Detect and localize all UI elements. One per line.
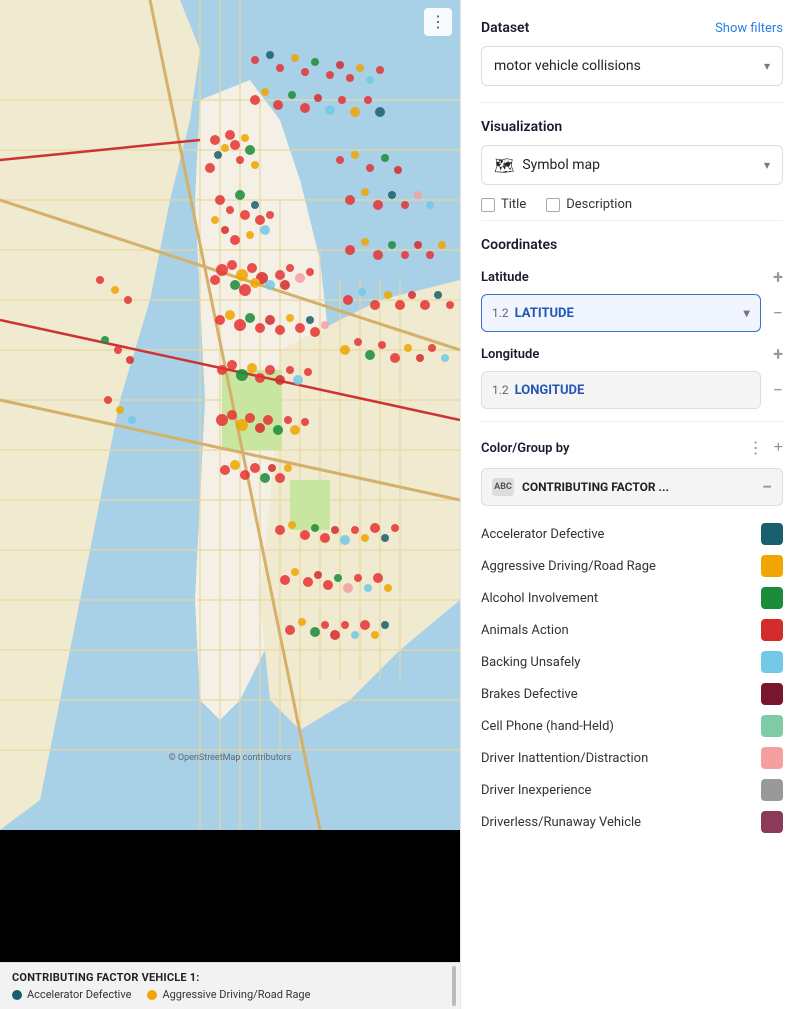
- list-item-2: Alcohol Involvement: [481, 582, 783, 614]
- color-group-more-btn[interactable]: ⋮: [748, 438, 764, 458]
- viz-dropdown-arrow: ▾: [764, 158, 770, 172]
- latitude-field[interactable]: 1.2 LATITUDE ▾: [481, 294, 761, 332]
- abc-icon: ABC: [492, 478, 514, 496]
- coordinates-label: Coordinates: [481, 237, 783, 253]
- longitude-field-num: 1.2: [492, 383, 509, 397]
- viz-label: Visualization: [481, 119, 562, 135]
- dataset-label: Dataset: [481, 20, 529, 36]
- list-item-9-label: Driverless/Runaway Vehicle: [481, 815, 761, 830]
- list-item-5: Brakes Defective: [481, 678, 783, 710]
- description-checkbox-label[interactable]: Description: [546, 197, 632, 212]
- map-legend-title: CONTRIBUTING FACTOR VEHICLE 1:: [12, 971, 448, 984]
- latitude-field-text: LATITUDE: [515, 306, 574, 321]
- title-checkbox[interactable]: [481, 198, 495, 212]
- list-item-4: Backing Unsafely: [481, 646, 783, 678]
- viz-icon: 🗺: [494, 156, 514, 175]
- dataset-selected-value: motor vehicle collisions: [494, 58, 641, 74]
- list-item-6-swatch: [761, 715, 783, 737]
- section-divider-1: [481, 102, 783, 103]
- list-item-5-label: Brakes Defective: [481, 687, 761, 702]
- latitude-plus-btn[interactable]: +: [773, 267, 783, 288]
- viz-section-header: Visualization: [481, 119, 783, 135]
- longitude-label-row: Longitude +: [481, 344, 783, 365]
- list-item-1-swatch: [761, 555, 783, 577]
- color-group-label: Color/Group by: [481, 441, 569, 456]
- color-group-header: Color/Group by ⋮ +: [481, 438, 783, 458]
- title-checkbox-text: Title: [501, 197, 526, 212]
- list-item-2-label: Alcohol Involvement: [481, 591, 761, 606]
- list-item-9: Driverless/Runaway Vehicle: [481, 806, 783, 838]
- color-group-icons: ⋮ +: [748, 438, 783, 458]
- list-item-8: Driver Inexperience: [481, 774, 783, 806]
- list-item-6: Cell Phone (hand-Held): [481, 710, 783, 742]
- longitude-label: Longitude: [481, 347, 539, 362]
- list-item-0-label: Accelerator Defective: [481, 527, 761, 542]
- longitude-minus-btn[interactable]: −: [773, 380, 783, 401]
- list-item-1-label: Aggressive Driving/Road Rage: [481, 559, 761, 574]
- latitude-field-num: 1.2: [492, 306, 509, 320]
- dataset-dropdown-arrow: ▾: [764, 59, 770, 73]
- latitude-field-wrapper: 1.2 LATITUDE ▾ −: [481, 294, 783, 332]
- longitude-row: Longitude + 1.2 LONGITUDE −: [481, 344, 783, 409]
- list-item-5-swatch: [761, 683, 783, 705]
- longitude-field-wrapper: 1.2 LONGITUDE −: [481, 371, 783, 409]
- svg-text:© OpenStreetMap contributors: © OpenStreetMap contributors: [169, 753, 292, 763]
- visualization-section: Visualization 🗺 Symbol map ▾ Title Descr…: [481, 119, 783, 212]
- legend-list: Accelerator Defective Aggressive Driving…: [481, 518, 783, 838]
- right-panel: Dataset Show filters motor vehicle colli…: [460, 0, 803, 1009]
- list-item-7-label: Driver Inattention/Distraction: [481, 751, 761, 766]
- legend-item-aggressive: Aggressive Driving/Road Rage: [147, 988, 310, 1001]
- contributing-field-text: CONTRIBUTING FACTOR ...: [522, 480, 669, 494]
- viz-checkbox-row: Title Description: [481, 197, 783, 212]
- latitude-minus-btn[interactable]: −: [773, 303, 783, 324]
- list-item-7: Driver Inattention/Distraction: [481, 742, 783, 774]
- title-checkbox-label[interactable]: Title: [481, 197, 526, 212]
- list-item-0-swatch: [761, 523, 783, 545]
- legend-item-accelerator-label: Accelerator Defective: [27, 988, 131, 1001]
- list-item-9-swatch: [761, 811, 783, 833]
- list-item-3-swatch: [761, 619, 783, 641]
- section-divider-3: [481, 421, 783, 422]
- coordinates-section: Coordinates Latitude + 1.2 LATITUDE ▾ −: [481, 237, 783, 409]
- longitude-field[interactable]: 1.2 LONGITUDE: [481, 371, 761, 409]
- map-container[interactable]: © OpenStreetMap contributors ⋮: [0, 0, 460, 830]
- list-item-3: Animals Action: [481, 614, 783, 646]
- longitude-field-text: LONGITUDE: [515, 383, 585, 398]
- list-item-1: Aggressive Driving/Road Rage: [481, 550, 783, 582]
- longitude-plus-btn[interactable]: +: [773, 344, 783, 365]
- latitude-label: Latitude: [481, 270, 529, 285]
- dataset-dropdown[interactable]: motor vehicle collisions ▾: [481, 46, 783, 86]
- list-item-3-label: Animals Action: [481, 623, 761, 638]
- description-checkbox[interactable]: [546, 198, 560, 212]
- map-legend: CONTRIBUTING FACTOR VEHICLE 1: Accelerat…: [0, 962, 460, 1009]
- list-item-2-swatch: [761, 587, 783, 609]
- list-item-4-label: Backing Unsafely: [481, 655, 761, 670]
- list-item-0: Accelerator Defective: [481, 518, 783, 550]
- contributing-field[interactable]: ABC CONTRIBUTING FACTOR ... −: [481, 468, 783, 506]
- map-more-button[interactable]: ⋮: [424, 8, 452, 36]
- list-item-6-label: Cell Phone (hand-Held): [481, 719, 761, 734]
- viz-dropdown[interactable]: 🗺 Symbol map ▾: [481, 145, 783, 185]
- viz-selected-value: Symbol map: [522, 157, 600, 173]
- latitude-field-arrow: ▾: [744, 306, 750, 320]
- contributing-minus-btn[interactable]: −: [762, 477, 772, 498]
- latitude-label-row: Latitude +: [481, 267, 783, 288]
- list-item-7-swatch: [761, 747, 783, 769]
- color-group-section: Color/Group by ⋮ + ABC CONTRIBUTING FACT…: [481, 438, 783, 838]
- section-divider-2: [481, 220, 783, 221]
- list-item-8-label: Driver Inexperience: [481, 783, 761, 798]
- dataset-section-header: Dataset Show filters: [481, 20, 783, 36]
- latitude-row: Latitude + 1.2 LATITUDE ▾ −: [481, 267, 783, 332]
- list-item-4-swatch: [761, 651, 783, 673]
- legend-item-aggressive-label: Aggressive Driving/Road Rage: [162, 988, 310, 1001]
- legend-item-accelerator: Accelerator Defective: [12, 988, 131, 1001]
- color-group-plus-btn[interactable]: +: [774, 439, 783, 457]
- description-checkbox-text: Description: [566, 197, 632, 212]
- map-legend-items: Accelerator Defective Aggressive Driving…: [12, 988, 448, 1001]
- map-panel: © OpenStreetMap contributors ⋮ CONTRIBUT…: [0, 0, 460, 1009]
- show-filters-link[interactable]: Show filters: [715, 21, 783, 36]
- list-item-8-swatch: [761, 779, 783, 801]
